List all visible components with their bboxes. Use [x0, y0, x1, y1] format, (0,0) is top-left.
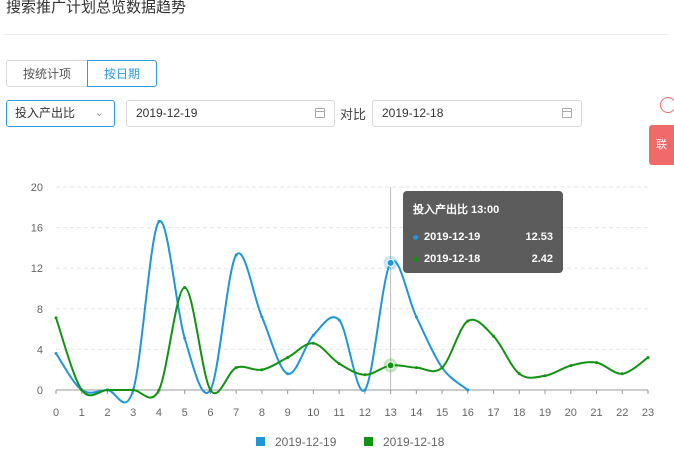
chart-tooltip: 投入产出比 13:00 2019-12-19 12.53 2019-12-18 …	[403, 191, 563, 273]
x-tick-label: 6	[207, 407, 213, 419]
data-point	[492, 334, 496, 338]
data-point	[80, 388, 84, 392]
data-point	[157, 220, 161, 224]
data-point	[363, 388, 367, 392]
data-point	[440, 366, 444, 370]
x-tick-label: 21	[590, 407, 602, 419]
data-point	[595, 361, 599, 365]
data-point	[337, 318, 341, 322]
x-tick-label: 8	[259, 407, 265, 419]
data-point	[208, 388, 212, 392]
tooltip-row: 2019-12-19 12.53	[413, 226, 553, 248]
tooltip-title: 投入产出比 13:00	[413, 204, 500, 216]
x-tick-label: 0	[53, 407, 59, 419]
data-point	[543, 374, 547, 378]
data-point	[363, 373, 367, 377]
highlight-point	[386, 258, 395, 267]
x-tick-label: 10	[307, 407, 319, 419]
data-point	[131, 388, 135, 392]
x-tick-label: 2	[104, 407, 110, 419]
x-tick-label: 17	[487, 407, 499, 419]
x-tick-label: 14	[410, 407, 422, 419]
tooltip-series-value: 2.42	[531, 253, 553, 265]
legend-label: 2019-12-18	[383, 435, 445, 449]
data-point	[466, 319, 470, 323]
data-point	[414, 366, 418, 370]
y-tick-label: 8	[37, 304, 43, 316]
data-point	[620, 372, 624, 376]
x-tick-label: 3	[130, 407, 136, 419]
x-tick-label: 19	[539, 407, 551, 419]
data-point	[286, 372, 290, 376]
data-point	[105, 388, 109, 392]
x-tick-label: 9	[285, 407, 291, 419]
tooltip-series-value: 12.53	[525, 231, 553, 243]
data-point	[183, 336, 187, 340]
y-tick-label: 4	[37, 344, 43, 356]
tooltip-series-name: 2019-12-19	[424, 231, 481, 243]
legend-label: 2019-12-19	[275, 435, 337, 449]
data-point	[311, 341, 315, 345]
data-point	[466, 388, 470, 392]
data-point	[260, 368, 264, 372]
x-tick-label: 11	[333, 407, 344, 419]
series-dot-icon	[413, 234, 418, 240]
tooltip-series-name: 2019-12-18	[424, 253, 481, 265]
data-point	[646, 356, 650, 360]
data-point	[414, 315, 418, 319]
x-tick-label: 12	[359, 407, 371, 419]
y-tick-label: 16	[31, 223, 43, 235]
y-tick-label: 0	[37, 385, 43, 397]
x-tick-label: 1	[79, 407, 85, 419]
highlight-point	[386, 361, 395, 370]
x-tick-label: 16	[462, 407, 474, 419]
tooltip-row: 2019-12-18 2.42	[413, 248, 553, 270]
x-tick-label: 5	[182, 407, 188, 419]
data-point	[183, 285, 187, 289]
legend-swatch	[256, 437, 265, 446]
data-point	[54, 316, 58, 320]
x-tick-label: 4	[156, 407, 162, 419]
x-tick-label: 15	[436, 407, 448, 419]
trend-chart: 0481216200 1 2 3 4 5 6 7 8 9 10 11 12 13 14 15 16 17 18 19 2…	[31, 182, 654, 449]
x-tick-label: 22	[616, 407, 628, 419]
y-tick-label: 12	[31, 263, 43, 275]
legend-swatch	[364, 437, 373, 446]
data-point	[234, 253, 238, 257]
y-tick-label: 20	[31, 182, 43, 194]
data-point	[260, 315, 264, 319]
data-point	[569, 364, 573, 368]
x-tick-label: 7	[233, 407, 239, 419]
data-point	[517, 372, 521, 376]
x-tick-label: 23	[642, 407, 654, 419]
x-tick-label: 18	[513, 407, 525, 419]
x-tick-label: 13	[384, 407, 396, 419]
data-point	[337, 362, 341, 366]
series-dot-icon	[413, 256, 418, 262]
data-point	[286, 356, 290, 360]
x-tick-label: 20	[565, 407, 577, 419]
data-point	[311, 333, 315, 337]
data-point	[157, 388, 161, 392]
data-point	[54, 351, 58, 355]
data-point	[234, 366, 238, 370]
